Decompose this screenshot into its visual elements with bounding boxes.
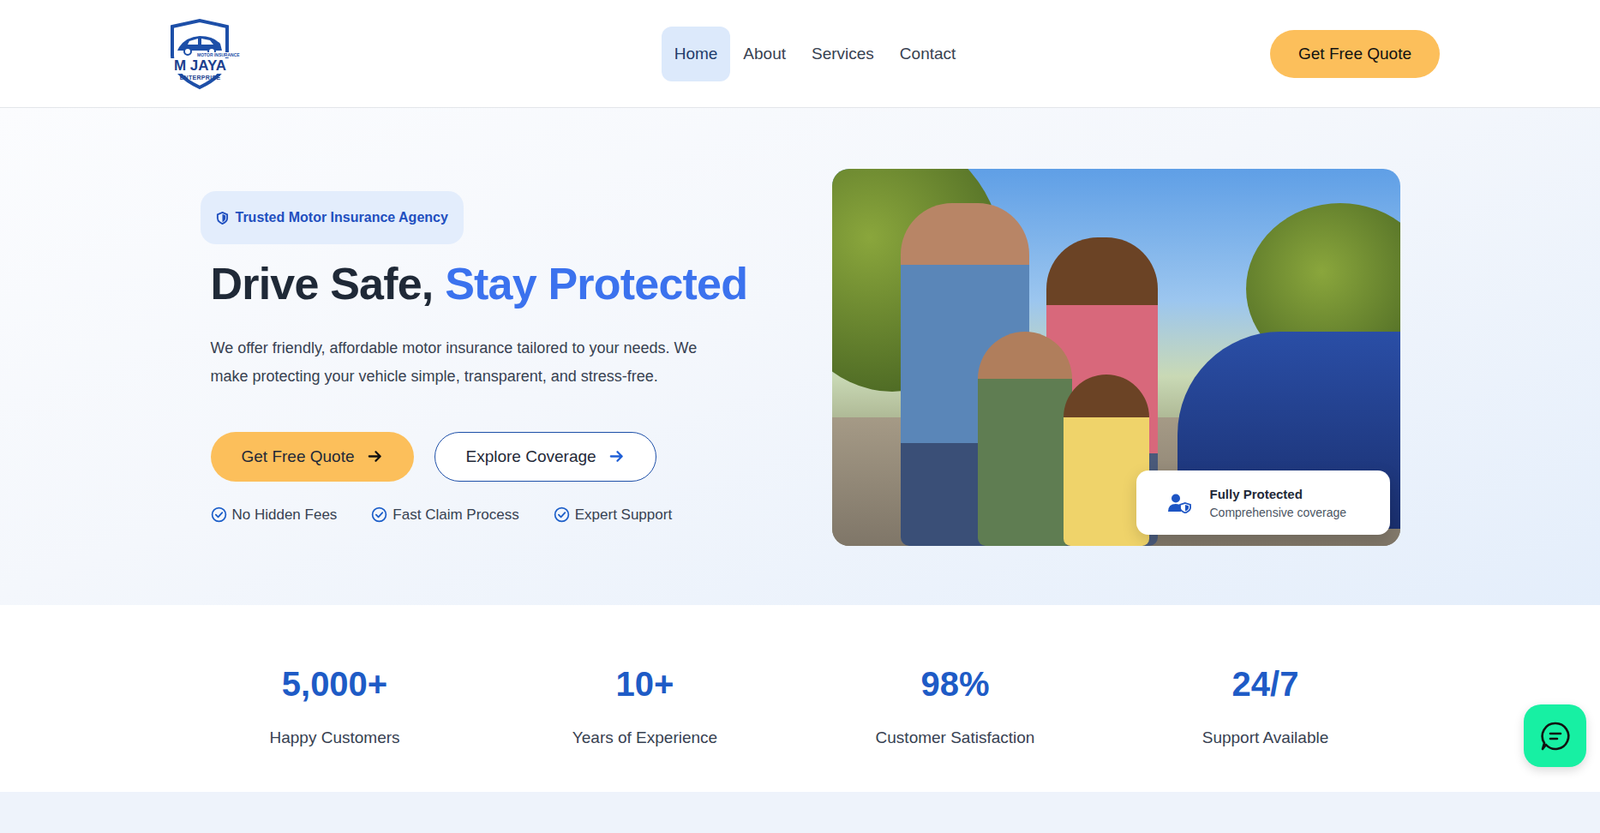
hero-title-highlight: Stay Protected: [444, 258, 748, 309]
stats: 5,000+ Happy Customers10+ Years of Exper…: [0, 605, 1600, 792]
card-title: Fully Protected: [1210, 486, 1348, 502]
nav-item[interactable]: Home: [661, 26, 732, 82]
chat-icon: [1538, 719, 1573, 754]
logo-tag: MOTOR INSURANCE: [196, 52, 241, 58]
shield-icon: [215, 211, 229, 225]
check-circle-icon: [210, 506, 228, 523]
hero-buttons: Get Free Quote Explore Coverage: [210, 431, 657, 482]
hero-title: Drive Safe, Stay Protected: [210, 257, 749, 311]
hero-content: Trusted Motor Insurance Agency Drive Saf…: [200, 191, 781, 523]
stat: 24/7 Support Available: [1110, 663, 1421, 749]
nav-item[interactable]: Services: [798, 26, 887, 82]
badge: Trusted Motor Insurance Agency: [200, 191, 464, 245]
protection-card: Fully Protected Comprehensive coverage: [1136, 470, 1391, 535]
badge-text: Trusted Motor Insurance Agency: [235, 209, 449, 226]
stat: 5,000+ Happy Customers: [179, 663, 491, 749]
nav-item[interactable]: About: [730, 26, 799, 82]
check-circle-icon: [371, 506, 388, 523]
hero-photo: Fully Protected Comprehensive coverage: [832, 168, 1401, 546]
stat: 98% Customer Satisfaction: [800, 663, 1111, 749]
logo[interactable]: MOTOR INSURANCE M JAYA ENTERPRISE: [160, 17, 240, 90]
logo-subtitle: ENTERPRISE: [160, 74, 240, 81]
arrow-right-icon: [608, 448, 625, 465]
page: MOTOR INSURANCE M JAYA ENTERPRISE HomeAb…: [0, 0, 1600, 833]
card-subtitle: Comprehensive coverage: [1210, 505, 1348, 520]
chat-button[interactable]: [1523, 704, 1587, 768]
stat-label: Customer Satisfaction: [875, 728, 1036, 749]
stat: 10+ Years of Experience: [490, 663, 801, 749]
stat-label: Years of Experience: [572, 728, 718, 749]
nav: HomeAboutServicesContact: [661, 26, 970, 82]
next-section: [0, 791, 1600, 833]
feature: No Hidden Fees: [210, 506, 338, 524]
stat-value: 98%: [920, 663, 989, 705]
header: MOTOR INSURANCE M JAYA ENTERPRISE HomeAb…: [0, 0, 1600, 108]
stat-label: Support Available: [1202, 728, 1330, 749]
stat-value: 10+: [616, 663, 675, 705]
user-shield-icon: [1167, 492, 1192, 514]
logo-title: M JAYA: [160, 58, 240, 75]
stat-value: 24/7: [1232, 663, 1300, 705]
feature: Expert Support: [553, 506, 672, 524]
primary-button[interactable]: Get Free Quote: [210, 431, 414, 482]
check-circle-icon: [553, 506, 570, 523]
features: No Hidden Fees Fast Claim Process Expert…: [210, 506, 673, 524]
hero: Trusted Motor Insurance Agency Drive Saf…: [0, 107, 1600, 606]
hero-description: We offer friendly, affordable motor insu…: [210, 334, 734, 391]
arrow-right-icon: [366, 448, 384, 465]
feature: Fast Claim Process: [371, 506, 519, 524]
outline-button[interactable]: Explore Coverage: [434, 431, 657, 482]
header-quote-button[interactable]: Get Free Quote: [1270, 29, 1440, 78]
nav-item[interactable]: Contact: [886, 26, 969, 82]
stat-label: Happy Customers: [269, 728, 400, 749]
stat-value: 5,000+: [281, 663, 388, 705]
